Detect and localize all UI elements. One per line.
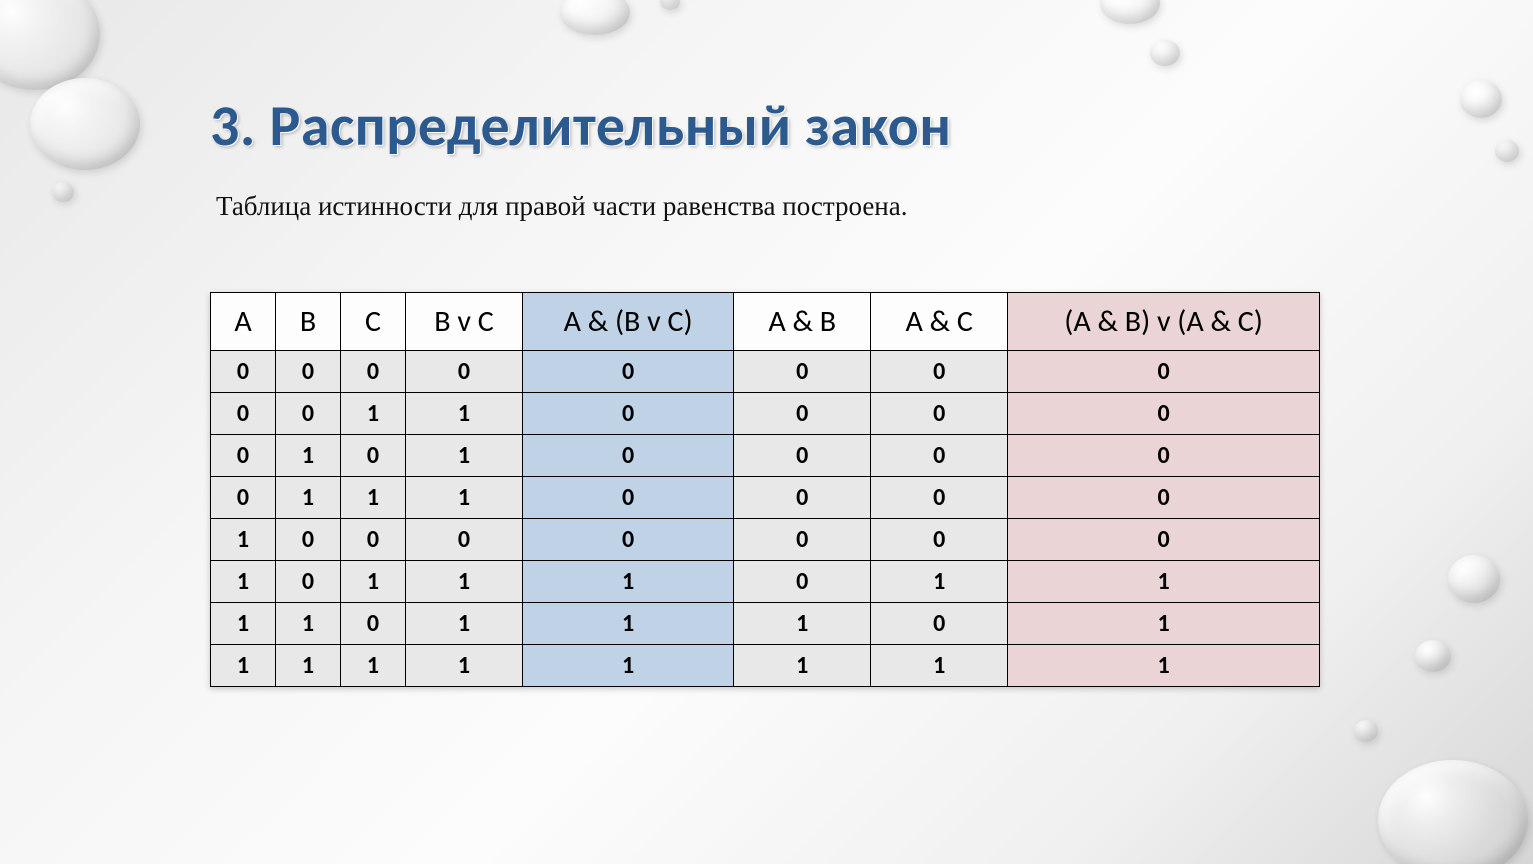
col-header: A & B bbox=[734, 293, 871, 351]
table-row: 00110000 bbox=[211, 393, 1320, 435]
table-cell: 0 bbox=[871, 603, 1008, 645]
truth-table: A B C B v C A & (B v C) A & B A & C (A &… bbox=[210, 292, 1320, 687]
table-cell: 0 bbox=[341, 435, 406, 477]
table-cell: 0 bbox=[276, 351, 341, 393]
table-cell: 1 bbox=[406, 561, 523, 603]
bubble-decoration bbox=[660, 0, 680, 10]
col-header: A bbox=[211, 293, 276, 351]
table-row: 01110000 bbox=[211, 477, 1320, 519]
table-cell: 0 bbox=[734, 351, 871, 393]
table-cell: 0 bbox=[276, 561, 341, 603]
table-row: 11111111 bbox=[211, 645, 1320, 687]
table-cell: 1 bbox=[341, 561, 406, 603]
table-cell: 1 bbox=[1008, 603, 1320, 645]
table-cell: 1 bbox=[523, 561, 734, 603]
table-cell: 0 bbox=[211, 393, 276, 435]
table-cell: 0 bbox=[871, 477, 1008, 519]
bubble-decoration bbox=[1378, 760, 1528, 864]
table-cell: 1 bbox=[523, 603, 734, 645]
slide-title: 3. Распределительный закон bbox=[210, 90, 1403, 161]
table-cell: 1 bbox=[211, 645, 276, 687]
bubble-decoration bbox=[1415, 640, 1451, 672]
col-header: C bbox=[341, 293, 406, 351]
table-cell: 1 bbox=[276, 477, 341, 519]
table-cell: 0 bbox=[1008, 435, 1320, 477]
bubble-decoration bbox=[1460, 80, 1502, 118]
table-cell: 0 bbox=[211, 351, 276, 393]
col-header: B bbox=[276, 293, 341, 351]
table-cell: 0 bbox=[406, 519, 523, 561]
table-cell: 1 bbox=[871, 561, 1008, 603]
table-cell: 1 bbox=[276, 435, 341, 477]
table-cell: 0 bbox=[523, 393, 734, 435]
table-cell: 1 bbox=[211, 603, 276, 645]
table-cell: 0 bbox=[734, 561, 871, 603]
table-cell: 0 bbox=[211, 435, 276, 477]
table-cell: 1 bbox=[406, 603, 523, 645]
col-header: A & C bbox=[871, 293, 1008, 351]
table-cell: 1 bbox=[406, 435, 523, 477]
col-header: (A & B) v (A & C) bbox=[1008, 293, 1320, 351]
table-cell: 0 bbox=[734, 435, 871, 477]
table-cell: 0 bbox=[1008, 351, 1320, 393]
table-cell: 0 bbox=[406, 351, 523, 393]
table-cell: 0 bbox=[341, 351, 406, 393]
bubble-decoration bbox=[0, 0, 100, 90]
table-cell: 0 bbox=[523, 477, 734, 519]
table-cell: 0 bbox=[341, 603, 406, 645]
table-cell: 1 bbox=[1008, 645, 1320, 687]
col-header: B v C bbox=[406, 293, 523, 351]
table-cell: 0 bbox=[734, 393, 871, 435]
table-cell: 0 bbox=[1008, 393, 1320, 435]
table-cell: 0 bbox=[1008, 477, 1320, 519]
table-row: 01010000 bbox=[211, 435, 1320, 477]
table-header-row: A B C B v C A & (B v C) A & B A & C (A &… bbox=[211, 293, 1320, 351]
table-cell: 1 bbox=[406, 393, 523, 435]
table-cell: 0 bbox=[523, 435, 734, 477]
table-cell: 0 bbox=[1008, 519, 1320, 561]
table-row: 10111011 bbox=[211, 561, 1320, 603]
table-cell: 0 bbox=[523, 351, 734, 393]
table-cell: 1 bbox=[341, 393, 406, 435]
table-cell: 0 bbox=[341, 519, 406, 561]
table-cell: 1 bbox=[523, 645, 734, 687]
table-row: 11011101 bbox=[211, 603, 1320, 645]
table-cell: 0 bbox=[871, 393, 1008, 435]
table-cell: 0 bbox=[871, 519, 1008, 561]
table-cell: 0 bbox=[734, 519, 871, 561]
bubble-decoration bbox=[560, 0, 630, 35]
table-cell: 1 bbox=[734, 603, 871, 645]
table-cell: 1 bbox=[211, 561, 276, 603]
table-row: 00000000 bbox=[211, 351, 1320, 393]
bubble-decoration bbox=[1150, 40, 1180, 66]
table-cell: 1 bbox=[734, 645, 871, 687]
bubble-decoration bbox=[1100, 0, 1160, 24]
table-cell: 0 bbox=[211, 477, 276, 519]
table-cell: 1 bbox=[406, 645, 523, 687]
slide-content: 3. Распределительный закон Таблица истин… bbox=[210, 90, 1403, 687]
col-header: A & (B v C) bbox=[523, 293, 734, 351]
table-row: 10000000 bbox=[211, 519, 1320, 561]
table-cell: 0 bbox=[276, 519, 341, 561]
table-cell: 1 bbox=[276, 603, 341, 645]
bubble-decoration bbox=[1448, 555, 1500, 603]
table-cell: 0 bbox=[276, 393, 341, 435]
table-cell: 1 bbox=[341, 645, 406, 687]
table-cell: 1 bbox=[276, 645, 341, 687]
bubble-decoration bbox=[30, 78, 140, 170]
table-body: 0000000000110000010100000111000010000000… bbox=[211, 351, 1320, 687]
table-cell: 0 bbox=[523, 519, 734, 561]
bubble-decoration bbox=[52, 182, 74, 202]
bubble-decoration bbox=[1354, 720, 1378, 742]
table-cell: 0 bbox=[734, 477, 871, 519]
table-cell: 0 bbox=[871, 435, 1008, 477]
table-cell: 1 bbox=[211, 519, 276, 561]
table-cell: 1 bbox=[406, 477, 523, 519]
table-cell: 1 bbox=[871, 645, 1008, 687]
table-cell: 1 bbox=[341, 477, 406, 519]
bubble-decoration bbox=[1495, 140, 1519, 162]
table-cell: 0 bbox=[871, 351, 1008, 393]
table-cell: 1 bbox=[1008, 561, 1320, 603]
slide-subtitle: Таблица истинности для правой части раве… bbox=[216, 191, 1403, 222]
